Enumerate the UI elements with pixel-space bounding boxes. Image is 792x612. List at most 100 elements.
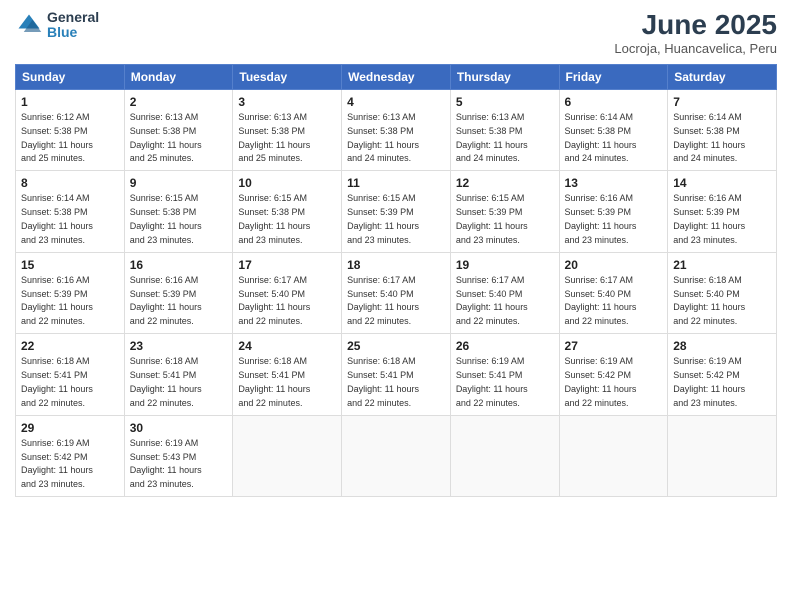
cell-w1-d1: 2 Sunrise: 6:13 AM Sunset: 5:38 PM Dayli…	[124, 89, 233, 170]
sunrise-info: Sunrise: 6:19 AM	[456, 356, 525, 366]
day-number: 10	[238, 175, 336, 191]
daylight-label: Daylight: 11 hoursand 22 minutes.	[238, 384, 310, 408]
cell-w5-d5	[559, 415, 668, 496]
sunrise-info: Sunrise: 6:15 AM	[347, 193, 416, 203]
sunset-info: Sunset: 5:42 PM	[565, 370, 632, 380]
cell-w3-d4: 19 Sunrise: 6:17 AM Sunset: 5:40 PM Dayl…	[450, 252, 559, 333]
header-row: Sunday Monday Tuesday Wednesday Thursday…	[16, 64, 777, 89]
sunset-info: Sunset: 5:38 PM	[130, 207, 197, 217]
cell-w3-d1: 16 Sunrise: 6:16 AM Sunset: 5:39 PM Dayl…	[124, 252, 233, 333]
sunset-info: Sunset: 5:38 PM	[21, 126, 88, 136]
daylight-label: Daylight: 11 hoursand 25 minutes.	[238, 140, 310, 164]
day-number: 6	[565, 94, 663, 110]
sunrise-info: Sunrise: 6:13 AM	[238, 112, 307, 122]
day-number: 29	[21, 420, 119, 436]
cell-w2-d0: 8 Sunrise: 6:14 AM Sunset: 5:38 PM Dayli…	[16, 171, 125, 252]
day-number: 7	[673, 94, 771, 110]
location-subtitle: Locroja, Huancavelica, Peru	[614, 41, 777, 56]
sunrise-info: Sunrise: 6:17 AM	[456, 275, 525, 285]
day-number: 16	[130, 257, 228, 273]
logo: General Blue	[15, 10, 99, 41]
day-number: 21	[673, 257, 771, 273]
day-number: 23	[130, 338, 228, 354]
sunrise-info: Sunrise: 6:14 AM	[565, 112, 634, 122]
cell-w1-d6: 7 Sunrise: 6:14 AM Sunset: 5:38 PM Dayli…	[668, 89, 777, 170]
sunrise-info: Sunrise: 6:16 AM	[565, 193, 634, 203]
cell-w3-d6: 21 Sunrise: 6:18 AM Sunset: 5:40 PM Dayl…	[668, 252, 777, 333]
cell-w4-d2: 24 Sunrise: 6:18 AM Sunset: 5:41 PM Dayl…	[233, 334, 342, 415]
sunrise-info: Sunrise: 6:16 AM	[21, 275, 90, 285]
cell-w1-d4: 5 Sunrise: 6:13 AM Sunset: 5:38 PM Dayli…	[450, 89, 559, 170]
sunset-info: Sunset: 5:39 PM	[347, 207, 414, 217]
day-number: 5	[456, 94, 554, 110]
day-number: 25	[347, 338, 445, 354]
sunset-info: Sunset: 5:40 PM	[456, 289, 523, 299]
col-saturday: Saturday	[668, 64, 777, 89]
daylight-label: Daylight: 11 hoursand 22 minutes.	[565, 302, 637, 326]
col-tuesday: Tuesday	[233, 64, 342, 89]
sunrise-info: Sunrise: 6:15 AM	[130, 193, 199, 203]
daylight-label: Daylight: 11 hoursand 23 minutes.	[130, 221, 202, 245]
month-title: June 2025	[614, 10, 777, 41]
logo-icon	[15, 11, 43, 39]
cell-w5-d0: 29 Sunrise: 6:19 AM Sunset: 5:42 PM Dayl…	[16, 415, 125, 496]
sunset-info: Sunset: 5:41 PM	[456, 370, 523, 380]
day-number: 8	[21, 175, 119, 191]
day-number: 24	[238, 338, 336, 354]
sunset-info: Sunset: 5:41 PM	[238, 370, 305, 380]
week-row-1: 1 Sunrise: 6:12 AM Sunset: 5:38 PM Dayli…	[16, 89, 777, 170]
sunset-info: Sunset: 5:40 PM	[238, 289, 305, 299]
sunrise-info: Sunrise: 6:12 AM	[21, 112, 90, 122]
cell-w4-d4: 26 Sunrise: 6:19 AM Sunset: 5:41 PM Dayl…	[450, 334, 559, 415]
daylight-label: Daylight: 11 hoursand 23 minutes.	[673, 384, 745, 408]
daylight-label: Daylight: 11 hoursand 22 minutes.	[21, 302, 93, 326]
sunset-info: Sunset: 5:39 PM	[130, 289, 197, 299]
sunset-info: Sunset: 5:38 PM	[347, 126, 414, 136]
sunrise-info: Sunrise: 6:17 AM	[565, 275, 634, 285]
title-section: June 2025 Locroja, Huancavelica, Peru	[614, 10, 777, 56]
day-number: 28	[673, 338, 771, 354]
sunrise-info: Sunrise: 6:17 AM	[238, 275, 307, 285]
daylight-label: Daylight: 11 hoursand 22 minutes.	[456, 302, 528, 326]
daylight-label: Daylight: 11 hoursand 24 minutes.	[347, 140, 419, 164]
sunset-info: Sunset: 5:39 PM	[456, 207, 523, 217]
daylight-label: Daylight: 11 hoursand 24 minutes.	[456, 140, 528, 164]
week-row-3: 15 Sunrise: 6:16 AM Sunset: 5:39 PM Dayl…	[16, 252, 777, 333]
sunrise-info: Sunrise: 6:13 AM	[130, 112, 199, 122]
week-row-4: 22 Sunrise: 6:18 AM Sunset: 5:41 PM Dayl…	[16, 334, 777, 415]
sunrise-info: Sunrise: 6:17 AM	[347, 275, 416, 285]
cell-w1-d5: 6 Sunrise: 6:14 AM Sunset: 5:38 PM Dayli…	[559, 89, 668, 170]
sunrise-info: Sunrise: 6:18 AM	[673, 275, 742, 285]
sunset-info: Sunset: 5:39 PM	[565, 207, 632, 217]
day-number: 12	[456, 175, 554, 191]
cell-w5-d4	[450, 415, 559, 496]
sunrise-info: Sunrise: 6:19 AM	[130, 438, 199, 448]
cell-w4-d6: 28 Sunrise: 6:19 AM Sunset: 5:42 PM Dayl…	[668, 334, 777, 415]
day-number: 18	[347, 257, 445, 273]
daylight-label: Daylight: 11 hoursand 23 minutes.	[130, 465, 202, 489]
page: General Blue June 2025 Locroja, Huancave…	[0, 0, 792, 612]
sunset-info: Sunset: 5:40 PM	[673, 289, 740, 299]
cell-w1-d3: 4 Sunrise: 6:13 AM Sunset: 5:38 PM Dayli…	[342, 89, 451, 170]
col-monday: Monday	[124, 64, 233, 89]
sunset-info: Sunset: 5:38 PM	[673, 126, 740, 136]
daylight-label: Daylight: 11 hoursand 23 minutes.	[456, 221, 528, 245]
sunrise-info: Sunrise: 6:13 AM	[347, 112, 416, 122]
sunset-info: Sunset: 5:39 PM	[673, 207, 740, 217]
daylight-label: Daylight: 11 hoursand 24 minutes.	[565, 140, 637, 164]
cell-w4-d1: 23 Sunrise: 6:18 AM Sunset: 5:41 PM Dayl…	[124, 334, 233, 415]
sunset-info: Sunset: 5:38 PM	[565, 126, 632, 136]
daylight-label: Daylight: 11 hoursand 22 minutes.	[673, 302, 745, 326]
calendar-table: Sunday Monday Tuesday Wednesday Thursday…	[15, 64, 777, 497]
sunset-info: Sunset: 5:43 PM	[130, 452, 197, 462]
sunset-info: Sunset: 5:38 PM	[456, 126, 523, 136]
daylight-label: Daylight: 11 hoursand 22 minutes.	[565, 384, 637, 408]
day-number: 27	[565, 338, 663, 354]
cell-w5-d6	[668, 415, 777, 496]
sunrise-info: Sunrise: 6:18 AM	[130, 356, 199, 366]
col-sunday: Sunday	[16, 64, 125, 89]
cell-w5-d3	[342, 415, 451, 496]
day-number: 4	[347, 94, 445, 110]
cell-w4-d3: 25 Sunrise: 6:18 AM Sunset: 5:41 PM Dayl…	[342, 334, 451, 415]
day-number: 1	[21, 94, 119, 110]
